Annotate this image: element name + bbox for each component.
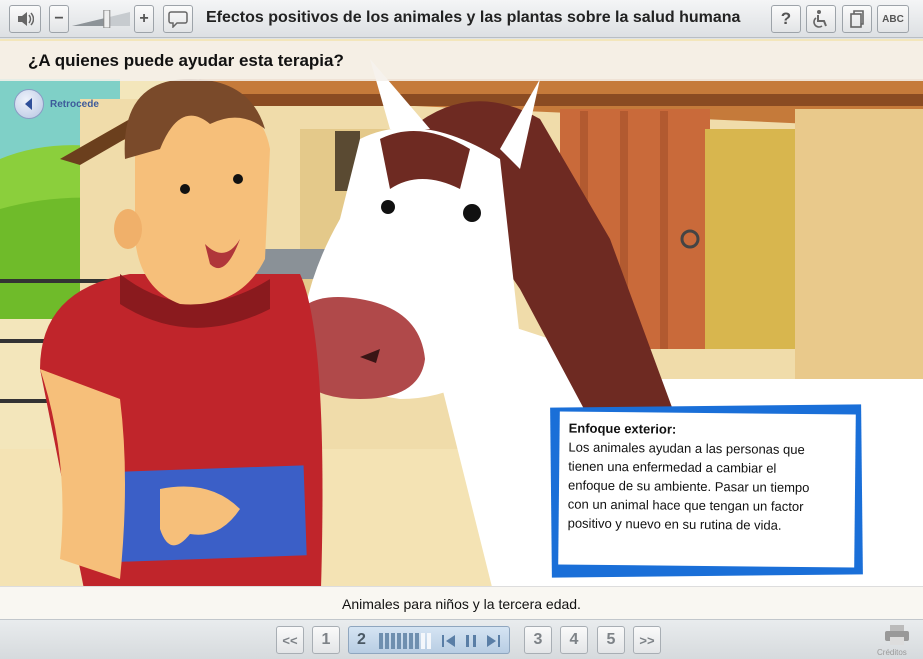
progress-segment <box>415 633 419 649</box>
previous-page-button[interactable]: << <box>276 626 304 654</box>
course-title: Efectos positivos de los animales y las … <box>206 9 741 26</box>
copy-icon <box>850 10 864 28</box>
top-toolbar: − + Efectos positivos de los animales y … <box>0 0 923 38</box>
volume-up-button[interactable]: + <box>134 5 154 33</box>
audio-button[interactable] <box>9 5 41 33</box>
scene: ¿A quienes puede ayudar esta terapia? Re… <box>0 39 923 619</box>
page-4-button[interactable]: 4 <box>560 626 588 654</box>
current-page-number: 2 <box>357 631 366 648</box>
progress-segment <box>421 633 425 649</box>
volume-down-button[interactable]: − <box>49 5 69 33</box>
page-1-button[interactable]: 1 <box>312 626 340 654</box>
speech-bubble-icon <box>168 11 188 28</box>
page-3-button[interactable]: 3 <box>524 626 552 654</box>
progress-segment <box>427 633 431 649</box>
page-5-button[interactable]: 5 <box>597 626 625 654</box>
printer-icon[interactable] <box>883 624 911 646</box>
arrow-left-icon <box>14 89 44 119</box>
info-box: Enfoque exterior: Los animales ayudan a … <box>558 411 856 568</box>
bottom-navigation: << 1 2 3 4 5 >> Créditos <box>0 619 923 659</box>
back-button[interactable]: Retrocede <box>14 89 99 119</box>
caption-bar: Animales para niños y la tercera edad. <box>0 586 923 619</box>
subtitles-button[interactable] <box>163 5 193 33</box>
glossary-button[interactable]: ABC <box>877 5 909 33</box>
credits-link[interactable]: Créditos <box>877 648 907 657</box>
question-heading: ¿A quienes puede ayudar esta terapia? <box>28 51 344 70</box>
progress-segment <box>385 633 389 649</box>
copy-button[interactable] <box>842 5 872 33</box>
volume-slider[interactable] <box>72 10 130 28</box>
speaker-icon <box>18 12 34 26</box>
back-label: Retrocede <box>50 98 99 110</box>
forward-icon[interactable] <box>485 633 501 649</box>
progress-segment <box>397 633 401 649</box>
info-line: positivo y nuevo en su rutina de vida. <box>567 515 782 533</box>
help-button[interactable]: ? <box>771 5 801 33</box>
progress-segment <box>403 633 407 649</box>
progress-segment <box>391 633 395 649</box>
progress-indicator <box>379 633 431 649</box>
current-page-control: 2 <box>348 626 510 654</box>
caption-text: Animales para niños y la tercera edad. <box>342 596 581 612</box>
progress-segment <box>379 633 383 649</box>
accessibility-button[interactable] <box>806 5 836 33</box>
pause-icon[interactable] <box>463 633 479 649</box>
next-page-button[interactable]: >> <box>633 626 661 654</box>
progress-segment <box>409 633 413 649</box>
rewind-icon[interactable] <box>441 633 457 649</box>
accessibility-icon <box>813 10 827 28</box>
question-bar: ¿A quienes puede ayudar esta terapia? <box>0 41 923 81</box>
